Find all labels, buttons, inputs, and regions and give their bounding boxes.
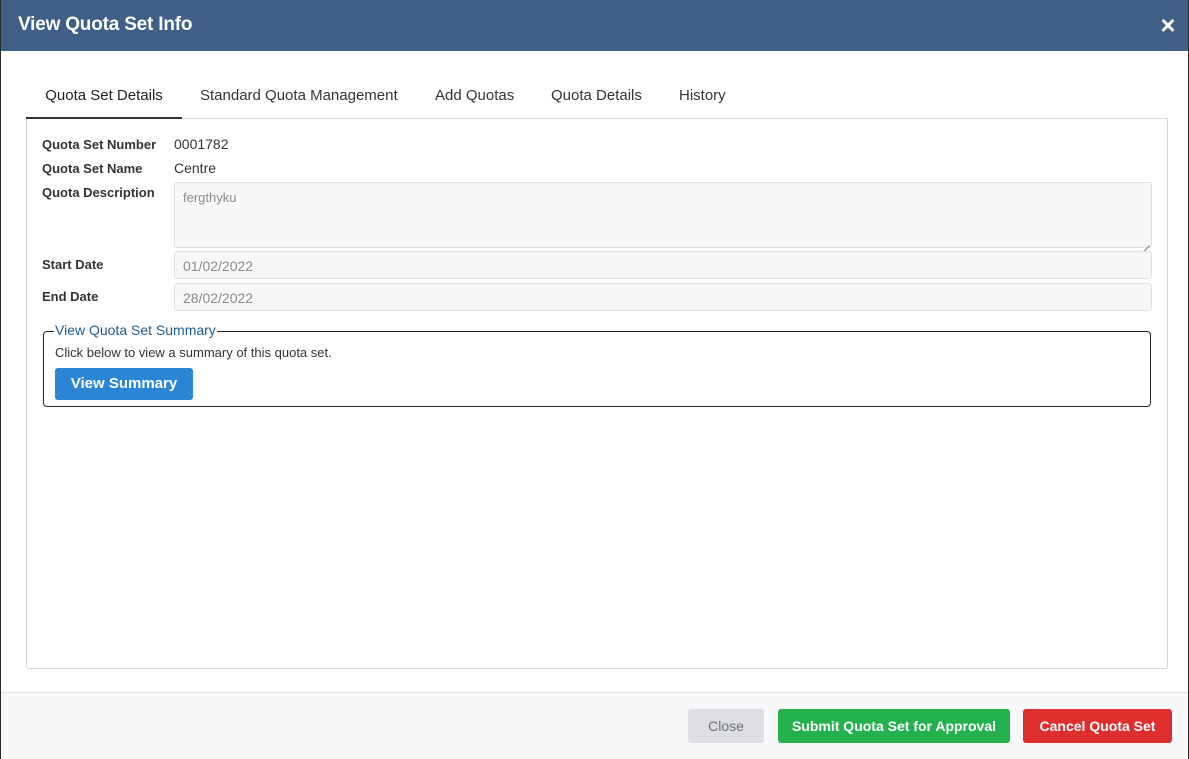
- summary-legend: View Quota Set Summary: [54, 322, 217, 338]
- tab-quota-set-details[interactable]: Quota Set Details: [26, 78, 182, 119]
- start-date-field[interactable]: 01/02/2022: [174, 251, 1152, 279]
- end-date-label: End Date: [42, 289, 99, 304]
- quota-description-text: fergthyku: [183, 190, 237, 205]
- quota-description-label: Quota Description: [42, 185, 155, 200]
- quota-set-number-label: Quota Set Number: [42, 137, 157, 152]
- cancel-quota-set-button[interactable]: Cancel Quota Set: [1023, 709, 1172, 743]
- tab-history[interactable]: History: [679, 78, 726, 118]
- modal-header: View Quota Set Info ×: [1, 0, 1188, 51]
- quota-set-number-value: 0001782: [174, 136, 229, 152]
- tab-add-quotas[interactable]: Add Quotas: [435, 78, 514, 118]
- end-date-field[interactable]: 28/02/2022: [174, 283, 1152, 311]
- tab-bar: Quota Set Details Standard Quota Managem…: [26, 78, 1168, 119]
- close-button[interactable]: Close: [688, 709, 764, 743]
- summary-fieldset: [43, 331, 1151, 407]
- tab-quota-details[interactable]: Quota Details: [551, 78, 642, 118]
- quota-set-modal: View Quota Set Info × Quota Set Details …: [0, 0, 1189, 759]
- start-date-label: Start Date: [42, 257, 104, 272]
- quota-set-name-value: Centre: [174, 160, 217, 176]
- quota-description-field[interactable]: fergthyku: [174, 182, 1152, 248]
- submit-for-approval-button[interactable]: Submit Quota Set for Approval: [778, 709, 1010, 743]
- tab-standard-quota-management[interactable]: Standard Quota Management: [200, 78, 398, 118]
- quota-set-name-label: Quota Set Name: [42, 161, 143, 176]
- resize-handle-icon[interactable]: [1141, 237, 1150, 246]
- view-summary-button[interactable]: View Summary: [55, 368, 193, 400]
- close-icon[interactable]: ×: [1156, 12, 1180, 38]
- summary-description: Click below to view a summary of this qu…: [55, 345, 332, 360]
- modal-title: View Quota Set Info: [18, 14, 193, 35]
